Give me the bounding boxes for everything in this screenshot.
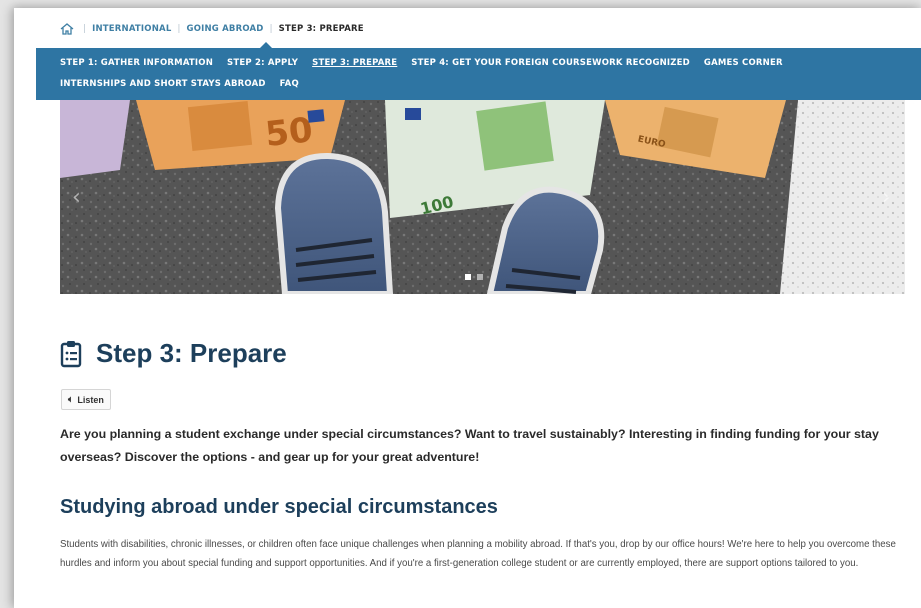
breadcrumb-international[interactable]: INTERNATIONAL: [92, 24, 171, 34]
hero-carousel[interactable]: 50 100 EURO ‹ ›: [60, 100, 905, 294]
title-row: Step 3: Prepare: [60, 338, 287, 369]
breadcrumb-separator: |: [177, 24, 181, 34]
nav-row-2: INTERNSHIPS AND SHORT STAYS ABROAD FAQ: [60, 79, 313, 89]
left-shoe: [274, 152, 394, 294]
banknote-50-value: 50: [263, 110, 314, 155]
breadcrumb-separator: |: [83, 24, 87, 34]
nav-internships[interactable]: INTERNSHIPS AND SHORT STAYS ABROAD: [60, 79, 266, 89]
nav-step-4[interactable]: STEP 4: GET YOUR FOREIGN COURSEWORK RECO…: [411, 58, 690, 68]
breadcrumb-separator: |: [269, 24, 273, 34]
listen-button[interactable]: 🔈︎ Listen: [61, 389, 111, 410]
nav-games-corner[interactable]: GAMES CORNER: [704, 58, 783, 68]
home-icon[interactable]: [60, 23, 74, 35]
breadcrumb: | INTERNATIONAL | GOING ABROAD | STEP 3:…: [60, 21, 364, 37]
carousel-next-icon[interactable]: ›: [882, 185, 891, 210]
nav-step-3[interactable]: STEP 3: PREPARE: [312, 58, 397, 68]
section-heading: Studying abroad under special circumstan…: [60, 496, 498, 518]
carousel-prev-icon[interactable]: ‹: [72, 185, 81, 210]
section-text: Students with disabilities, chronic illn…: [60, 539, 896, 569]
intro-text: Are you planning a student exchange unde…: [60, 427, 879, 464]
hero-image: 50 100 EURO ‹ ›: [60, 100, 905, 294]
carousel-dot-1[interactable]: [465, 274, 471, 280]
nav-step-1[interactable]: STEP 1: GATHER INFORMATION: [60, 58, 213, 68]
carousel-dots: [465, 274, 483, 280]
nav-step-2[interactable]: STEP 2: APPLY: [227, 58, 298, 68]
listen-label: Listen: [77, 394, 104, 405]
page-title: Step 3: Prepare: [96, 338, 287, 368]
speaker-icon: 🔈︎: [68, 394, 74, 404]
nav-pointer: [260, 42, 272, 48]
breadcrumb-going-abroad[interactable]: GOING ABROAD: [187, 24, 264, 34]
section-navigation: STEP 1: GATHER INFORMATION STEP 2: APPLY…: [36, 42, 921, 100]
carousel-dot-2[interactable]: [477, 274, 483, 280]
nav-row-1: STEP 1: GATHER INFORMATION STEP 2: APPLY…: [60, 58, 797, 68]
nav-faq[interactable]: FAQ: [280, 79, 299, 89]
breadcrumb-current: STEP 3: PREPARE: [278, 24, 364, 34]
page: | INTERNATIONAL | GOING ABROAD | STEP 3:…: [14, 8, 921, 608]
clipboard-icon: [60, 340, 82, 367]
